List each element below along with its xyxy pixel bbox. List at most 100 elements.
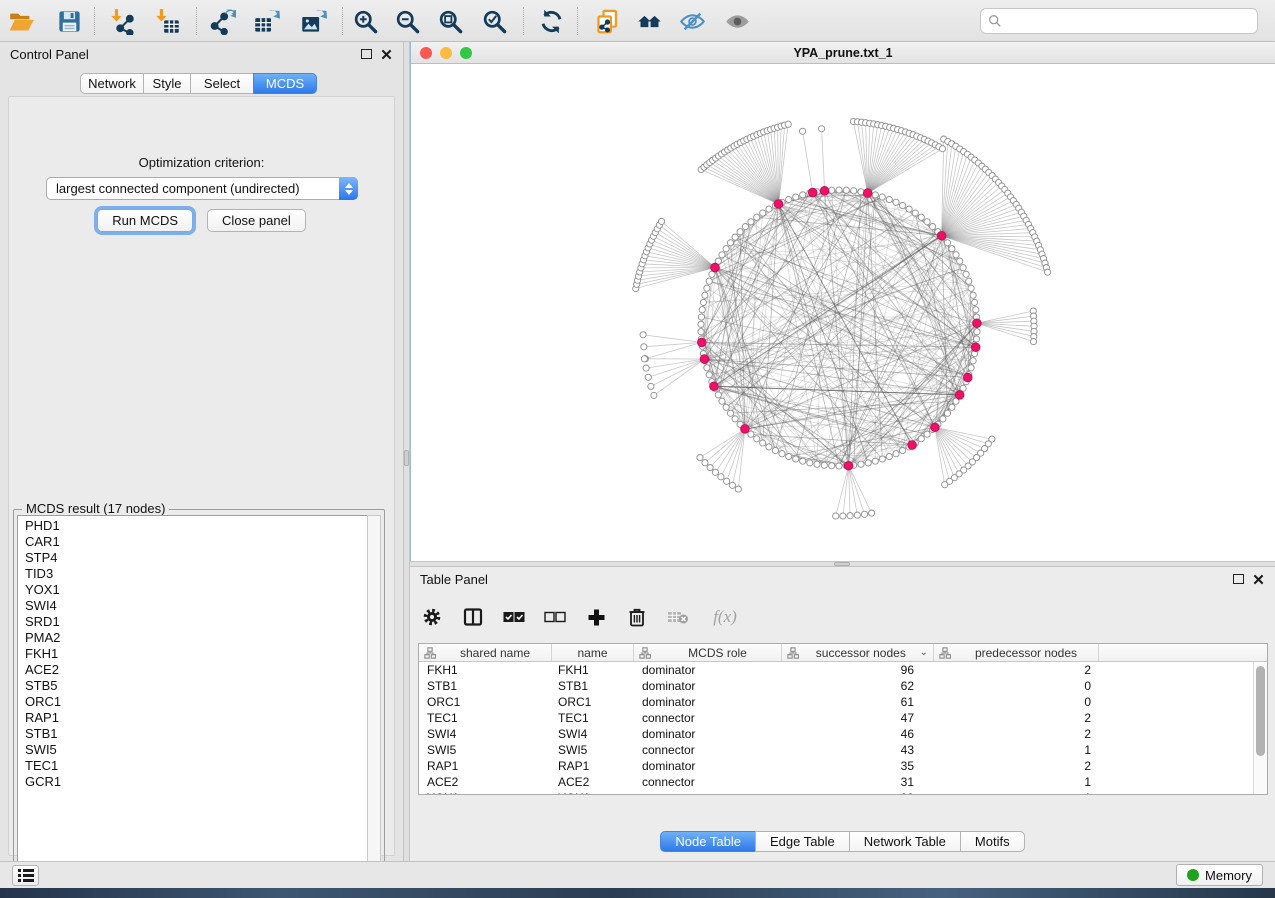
mcds-result-item[interactable]: PMA2 xyxy=(18,630,367,646)
mcds-result-item[interactable]: STB1 xyxy=(18,726,367,742)
close-panel-button[interactable] xyxy=(1253,573,1265,585)
float-panel-button[interactable] xyxy=(1233,574,1244,584)
mcds-result-item[interactable]: SWI5 xyxy=(18,742,367,758)
window-zoom-button[interactable] xyxy=(460,47,472,59)
window-minimize-button[interactable] xyxy=(440,47,452,59)
mcds-result-item[interactable]: PHD1 xyxy=(18,518,367,534)
memory-button[interactable]: Memory xyxy=(1176,864,1263,886)
open-file-button[interactable] xyxy=(5,5,37,37)
zoom-selected-icon xyxy=(481,8,508,35)
scrollbar-thumb[interactable] xyxy=(1256,666,1265,756)
table-row[interactable]: ACE2ACE2connector311 xyxy=(419,774,1253,790)
table-cell: SWI4 xyxy=(419,726,552,742)
table-cell: 61 xyxy=(782,694,934,710)
table-row[interactable]: SWI5SWI5connector431 xyxy=(419,742,1253,758)
zoom-in-button[interactable] xyxy=(349,5,381,37)
export-table-button[interactable] xyxy=(250,5,282,37)
export-network-button[interactable] xyxy=(206,5,238,37)
table-row[interactable]: ORC1ORC1dominator610 xyxy=(419,694,1253,710)
mcds-result-item[interactable]: SWI4 xyxy=(18,598,367,614)
zoom-fit-button[interactable] xyxy=(434,5,466,37)
tab-network[interactable]: Network xyxy=(80,73,144,94)
mcds-result-item[interactable]: SRD1 xyxy=(18,614,367,630)
mcds-result-item[interactable]: GCR1 xyxy=(18,774,367,790)
column-header-successor-nodes[interactable]: successor nodes⌄ xyxy=(782,644,934,661)
mcds-result-item[interactable]: CAR1 xyxy=(18,534,367,550)
splitter-grip xyxy=(834,562,850,566)
import-table-button[interactable] xyxy=(151,5,183,37)
tab-network-table[interactable]: Network Table xyxy=(849,831,961,852)
mcds-result-item[interactable]: TID3 xyxy=(18,566,367,582)
table-row[interactable]: RAP1RAP1dominator352 xyxy=(419,758,1253,774)
refresh-view-button[interactable] xyxy=(535,5,567,37)
table-row[interactable]: STB1STB1dominator620 xyxy=(419,678,1253,694)
table-cell: FKH1 xyxy=(419,662,552,678)
column-settings-button[interactable] xyxy=(420,604,444,630)
clone-network-icon xyxy=(594,8,621,35)
tab-mcds[interactable]: MCDS xyxy=(253,73,317,94)
function-builder-button[interactable]: f(x) xyxy=(707,604,743,630)
table-panel-title: Table Panel xyxy=(420,572,488,587)
split-view-button[interactable] xyxy=(461,604,485,630)
window-close-button[interactable] xyxy=(420,47,432,59)
mcds-result-item[interactable]: ORC1 xyxy=(18,694,367,710)
select-all-rows-button[interactable] xyxy=(502,604,526,630)
tab-motifs[interactable]: Motifs xyxy=(960,831,1025,852)
vertical-splitter[interactable] xyxy=(403,42,410,863)
checked-boxes-icon xyxy=(503,611,525,623)
tab-node-table[interactable]: Node Table xyxy=(660,831,756,852)
table-cell: dominator xyxy=(634,694,782,710)
status-menu-button[interactable] xyxy=(12,865,39,886)
zoom-out-button[interactable] xyxy=(391,5,423,37)
import-network-button[interactable] xyxy=(106,5,138,37)
mcds-result-item[interactable]: ACE2 xyxy=(18,662,367,678)
mcds-result-item[interactable]: YOX1 xyxy=(18,582,367,598)
column-header-predecessor-nodes[interactable]: predecessor nodes xyxy=(934,644,1099,661)
mcds-result-item[interactable]: STB5 xyxy=(18,678,367,694)
first-neighbors-button[interactable] xyxy=(633,5,665,37)
column-header-shared-name[interactable]: shared name xyxy=(419,644,552,661)
column-header-mcds-role[interactable]: MCDS role xyxy=(634,644,782,661)
tab-select[interactable]: Select xyxy=(190,73,254,94)
zoom-selected-button[interactable] xyxy=(478,5,510,37)
toolbar-separator xyxy=(523,7,524,35)
table-row[interactable]: YOX1YOX1connector291 xyxy=(419,790,1253,794)
deselect-all-rows-button[interactable] xyxy=(543,604,567,630)
close-panel-button[interactable] xyxy=(381,48,393,60)
mcds-result-item[interactable]: FKH1 xyxy=(18,646,367,662)
table-row[interactable]: TEC1TEC1connector472 xyxy=(419,710,1253,726)
column-header-name[interactable]: name xyxy=(552,644,634,661)
float-panel-button[interactable] xyxy=(361,49,372,59)
tab-style[interactable]: Style xyxy=(143,73,191,94)
mcds-result-item[interactable]: RAP1 xyxy=(18,710,367,726)
table-scrollbar[interactable] xyxy=(1253,662,1267,794)
export-image-button[interactable] xyxy=(297,5,329,37)
search-input[interactable] xyxy=(1007,11,1257,31)
delete-table-button[interactable] xyxy=(666,604,690,630)
network-canvas[interactable] xyxy=(411,64,1275,561)
save-session-button[interactable] xyxy=(53,5,85,37)
mcds-result-item[interactable]: TEC1 xyxy=(18,758,367,774)
table-cell: ORC1 xyxy=(552,694,634,710)
mcds-result-title: MCDS result (17 nodes) xyxy=(22,501,169,516)
refresh-icon xyxy=(538,8,565,35)
delete-columns-button[interactable] xyxy=(625,604,649,630)
table-row[interactable]: FKH1FKH1dominator962 xyxy=(419,662,1253,678)
mcds-result-item[interactable]: STP4 xyxy=(18,550,367,566)
close-mcds-panel-button[interactable]: Close panel xyxy=(207,209,306,232)
clone-network-button[interactable] xyxy=(591,5,623,37)
add-column-button[interactable] xyxy=(584,604,608,630)
table-cell: connector xyxy=(634,774,782,790)
mcds-result-list[interactable]: PHD1CAR1STP4TID3YOX1SWI4SRD1PMA2FKH1ACE2… xyxy=(17,515,367,873)
table-cell: 1 xyxy=(934,774,1099,790)
hide-selected-button[interactable] xyxy=(676,5,708,37)
table-row[interactable]: SWI4SWI4dominator462 xyxy=(419,726,1253,742)
eye-icon xyxy=(724,8,751,35)
table-cell: ORC1 xyxy=(419,694,552,710)
run-mcds-button[interactable]: Run MCDS xyxy=(97,209,193,232)
criterion-select[interactable]: largest connected component (undirected) xyxy=(46,177,358,200)
control-panel-tabs: NetworkStyleSelectMCDS xyxy=(80,73,317,94)
tab-edge-table[interactable]: Edge Table xyxy=(755,831,850,852)
mcds-list-scrollbar[interactable] xyxy=(367,515,381,873)
show-all-button[interactable] xyxy=(721,5,753,37)
